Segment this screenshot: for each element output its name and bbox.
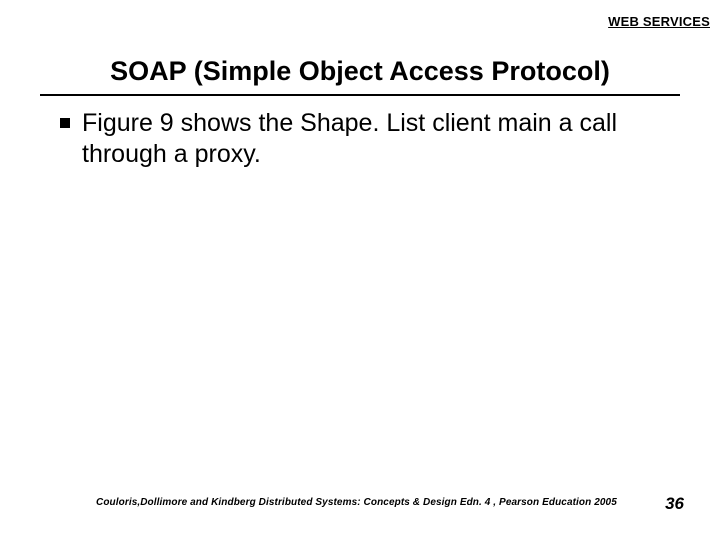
title-underline [40, 94, 680, 96]
bullet-text: Figure 9 shows the Shape. List client ma… [82, 108, 680, 171]
slide-title: SOAP (Simple Object Access Protocol) [0, 56, 720, 87]
list-item: Figure 9 shows the Shape. List client ma… [60, 108, 680, 171]
slide-body: Figure 9 shows the Shape. List client ma… [60, 108, 680, 171]
footer-citation: Couloris,Dollimore and Kindberg Distribu… [96, 497, 617, 508]
slide: WEB SERVICES SOAP (Simple Object Access … [0, 0, 720, 540]
square-bullet-icon [60, 118, 70, 128]
page-number: 36 [665, 494, 684, 514]
header-section-label: WEB SERVICES [608, 14, 710, 29]
